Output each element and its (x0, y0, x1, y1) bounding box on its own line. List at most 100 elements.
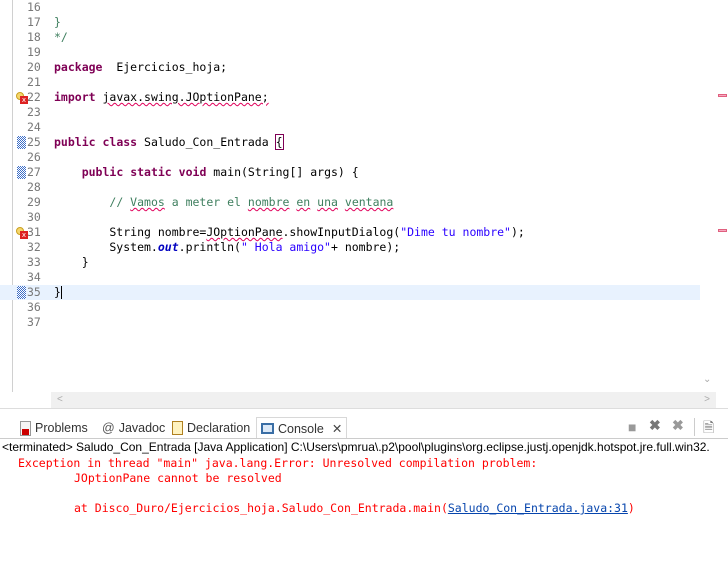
line-number: 21 (27, 75, 41, 89)
tab-label: Problems (35, 421, 88, 435)
overview-ruler[interactable] (716, 0, 728, 392)
code-token: String nombre= (54, 225, 207, 239)
at-icon: @ (102, 421, 115, 435)
code-token: Ejercicios_hoja; (102, 60, 228, 74)
code-token: nombre (247, 195, 290, 209)
code-line[interactable]: 33 } (0, 255, 700, 270)
code-token: package (54, 60, 103, 74)
line-number: 37 (27, 315, 41, 329)
code-text: } (54, 285, 62, 300)
line-number: 33 (27, 255, 41, 269)
line-number: 32 (27, 240, 41, 254)
code-line[interactable]: 31 String nombre=JOptionPane.showInputDi… (0, 225, 700, 240)
code-line[interactable]: 21 (0, 75, 700, 90)
code-line[interactable]: 37 (0, 315, 700, 330)
code-token: JOptionPane (206, 225, 283, 239)
code-token: // (109, 195, 131, 209)
tab-console[interactable]: Console ✕ (256, 417, 348, 439)
horizontal-scrollbar[interactable]: < > (51, 392, 716, 408)
code-line[interactable]: 20 package Ejercicios_hoja; (0, 60, 700, 75)
code-token: "Dime tu nombre" (400, 225, 511, 239)
code-token: ); (510, 225, 525, 239)
tab-label: Javadoc (118, 421, 166, 435)
console-output[interactable]: Exception in thread "main" java.lang.Err… (0, 456, 728, 571)
text-caret (60, 286, 62, 299)
line-number: 26 (27, 150, 41, 164)
code-token: public (81, 165, 124, 179)
code-line[interactable]: 28 (0, 180, 700, 195)
code-line[interactable]: 30 (0, 210, 700, 225)
tab-problems[interactable]: Problems (20, 417, 88, 439)
problems-icon (20, 420, 31, 436)
line-number: 19 (27, 45, 41, 59)
scroll-left-icon[interactable]: < (57, 394, 63, 405)
fold-marker[interactable] (17, 136, 26, 149)
code-token: static (130, 165, 172, 179)
code-line[interactable]: 26 (0, 150, 700, 165)
console-icon (261, 423, 274, 434)
code-line[interactable]: 23 (0, 105, 700, 120)
line-number: 25 (27, 135, 41, 149)
source-link[interactable]: Saludo_Con_Entrada.java:31 (448, 501, 628, 515)
code-token: class (102, 135, 138, 149)
tab-javadoc[interactable]: @ Javadoc (102, 417, 165, 439)
code-text: } (54, 15, 61, 30)
scroll-down-icon[interactable]: ⌄ (703, 374, 711, 385)
line-number: 17 (27, 15, 41, 29)
code-editor[interactable]: 16 17} 18 */19 20 package Ejercicios_hoja; 21 2… (0, 0, 728, 408)
code-text: String nombre=JOptionPane.showInputDialo… (54, 225, 525, 240)
close-tab-icon[interactable]: ✕ (332, 421, 342, 436)
remove-launch-icon[interactable]: ✖ (649, 417, 661, 434)
console-line: Exception in thread "main" java.lang.Err… (18, 456, 545, 470)
code-token: ventana (344, 195, 394, 209)
code-token: Vamos (130, 195, 165, 209)
code-token: a meter el (164, 195, 248, 209)
code-text: package Ejercicios_hoja; (54, 60, 227, 75)
line-number: 34 (27, 270, 41, 284)
code-text: } (54, 255, 89, 270)
error-lightbulb-icon[interactable]: x (16, 227, 28, 239)
code-line[interactable]: 35} (0, 285, 700, 300)
code-line[interactable]: 16 (0, 0, 700, 15)
code-line[interactable]: 24 (0, 120, 700, 135)
line-number: 29 (27, 195, 41, 209)
code-line[interactable]: 22 import javax.swing.JOptionPane; x (0, 90, 700, 105)
code-line[interactable]: 27 public static void main(String[] args… (0, 165, 700, 180)
error-mark[interactable] (718, 94, 727, 97)
scroll-right-icon[interactable]: > (704, 394, 710, 405)
console-line: at Disco_Duro/Ejercicios_hoja.Saludo_Con… (74, 501, 635, 516)
code-token: import (54, 90, 96, 104)
line-number: 18 (27, 30, 41, 44)
code-line[interactable]: 25 public class Saludo_Con_Entrada { (0, 134, 700, 150)
code-line[interactable]: 29 // Vamos a meter el nombre en una ven… (0, 195, 700, 210)
line-number: 24 (27, 120, 41, 134)
remove-all-terminated-icon[interactable]: ✖ (672, 417, 684, 434)
fold-marker[interactable] (17, 166, 26, 179)
terminate-icon[interactable]: ■ (628, 419, 636, 435)
line-number: 31 (27, 225, 41, 239)
code-line[interactable]: 36 (0, 300, 700, 315)
stack-frame-end: ) (627, 501, 635, 515)
code-line[interactable]: 17} (0, 15, 700, 30)
fold-marker[interactable] (17, 286, 26, 299)
code-line[interactable]: 34 (0, 270, 700, 285)
tab-declaration[interactable]: Declaration (172, 417, 250, 439)
code-token: javax.swing.JOptionPane; (102, 90, 269, 104)
code-token: + nombre); (330, 240, 401, 254)
vertical-scrollbar[interactable]: ⌄ (700, 0, 716, 392)
code-line[interactable]: 32 System.out.println(" Hola amigo"+ nom… (0, 240, 700, 255)
line-number: 28 (27, 180, 41, 194)
error-lightbulb-icon[interactable]: x (16, 92, 28, 104)
code-token: System. (54, 240, 158, 254)
code-token: void (178, 165, 207, 179)
code-line[interactable]: 19 (0, 45, 700, 60)
error-mark[interactable] (718, 229, 727, 232)
code-token: out (157, 240, 179, 254)
error-message: JOptionPane cannot be resolved (74, 471, 282, 485)
code-token: Saludo_Con_Entrada (137, 135, 276, 149)
tab-label: Declaration (187, 421, 251, 435)
code-line[interactable]: 18 */ (0, 30, 700, 45)
code-token: */ (54, 30, 68, 44)
code-text: */ (54, 30, 68, 45)
